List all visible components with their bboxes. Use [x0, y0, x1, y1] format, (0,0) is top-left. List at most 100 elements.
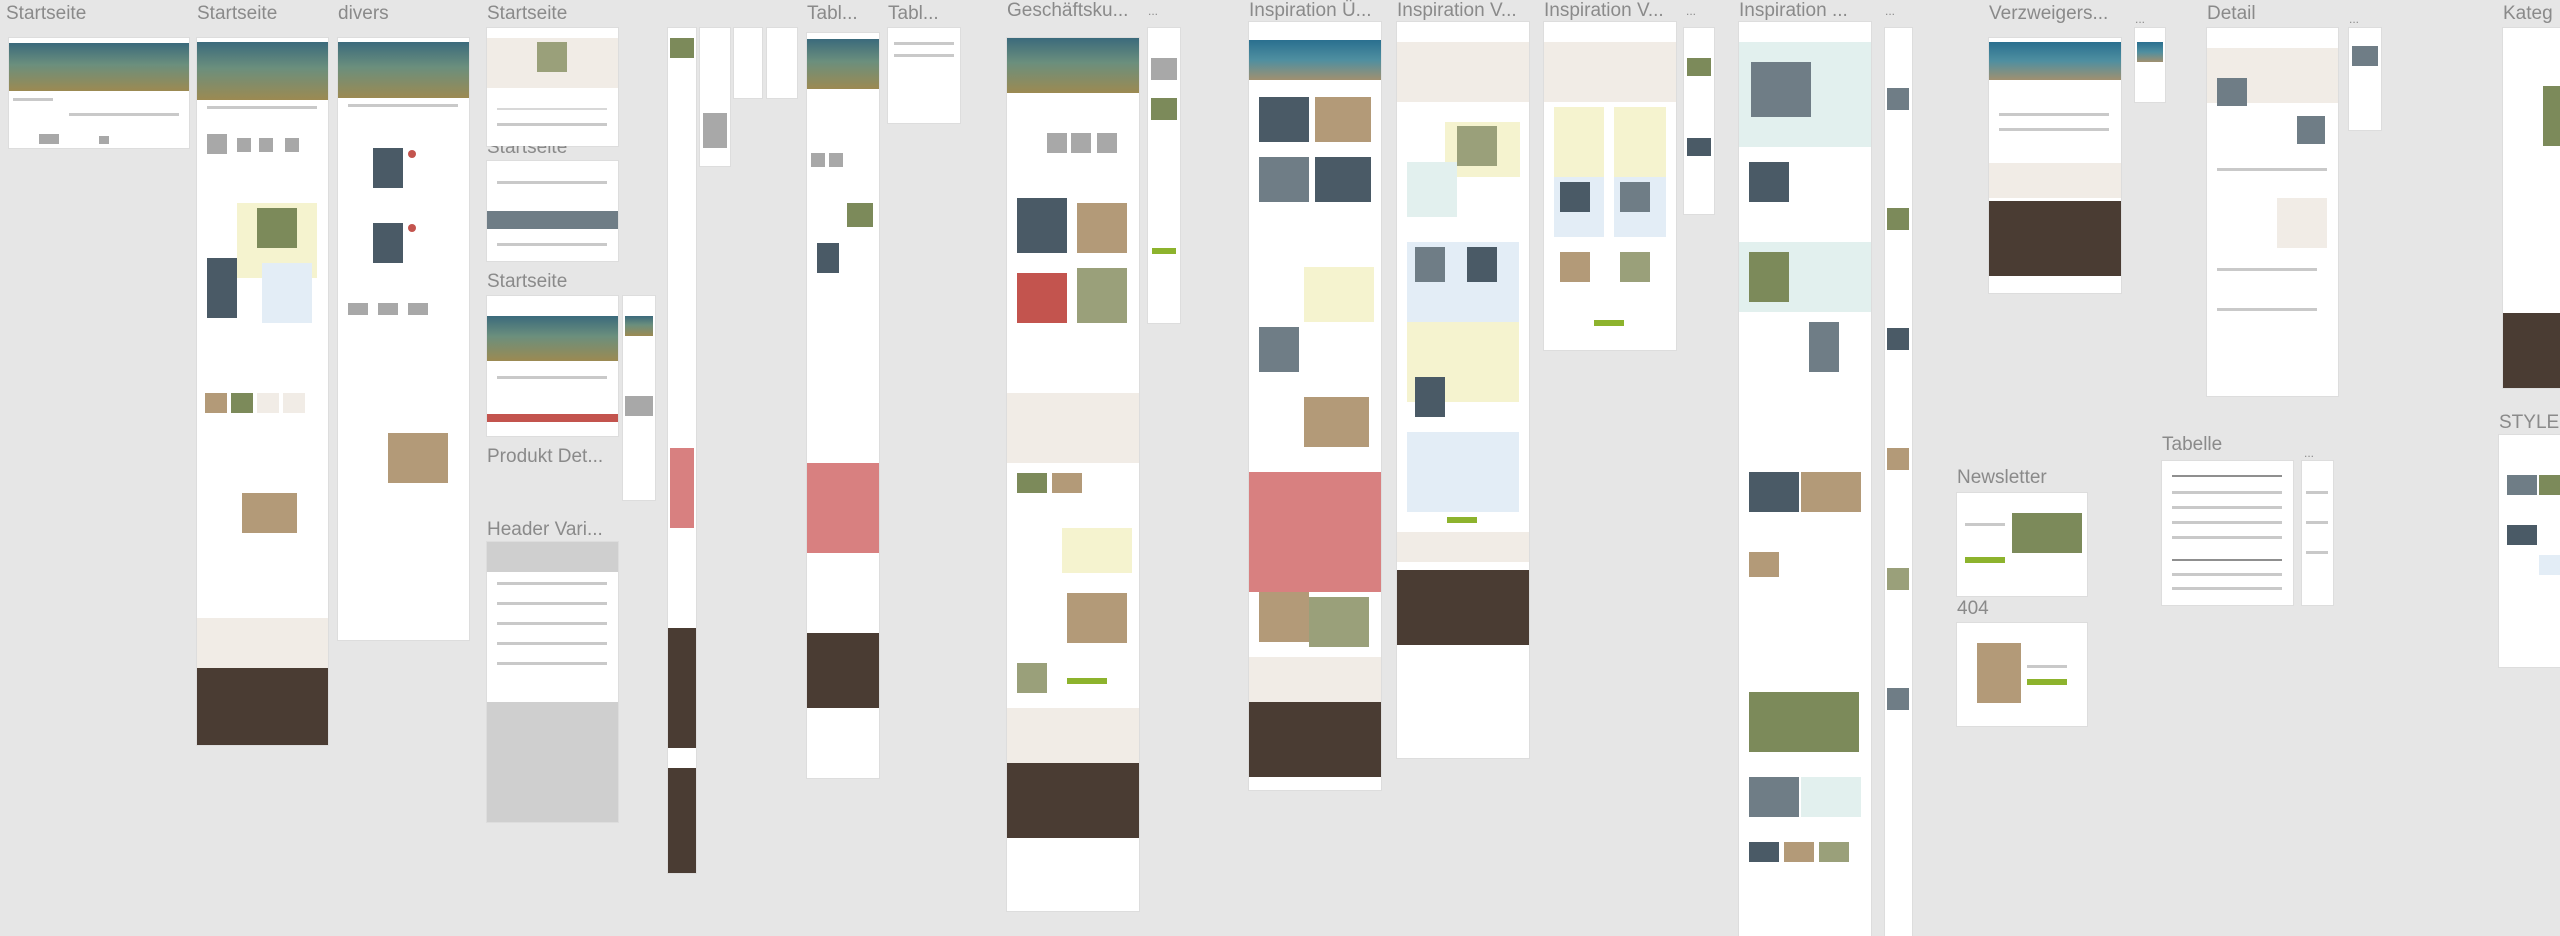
frame-inspiration-variante[interactable] [1544, 22, 1676, 350]
sample-image [2539, 475, 2560, 495]
frame-label-styleguide[interactable]: STYLEC [2499, 412, 2560, 434]
frame-startseite-variant[interactable] [487, 28, 618, 146]
text-line [1999, 113, 2109, 116]
frame-header-varianten[interactable] [487, 542, 618, 822]
thumbnail [1047, 133, 1067, 153]
hero-image [1989, 42, 2121, 80]
promo-section [670, 448, 694, 528]
teaser-image [1749, 162, 1789, 202]
frame-inspiration-long[interactable] [1739, 22, 1871, 936]
frame-label-startseite[interactable]: Startseite [487, 3, 617, 25]
cta-button[interactable] [1965, 557, 2005, 563]
table-row [2172, 587, 2282, 590]
frame-startseite-desktop[interactable] [9, 38, 189, 148]
frame-mobile-variant[interactable] [2302, 461, 2333, 605]
hero-image [1007, 38, 1139, 93]
frame-newsletter[interactable] [1957, 493, 2087, 596]
frame-mobile-variant[interactable] [2135, 28, 2165, 102]
table-row [2172, 491, 2282, 494]
frame-mobile-variant[interactable] [1684, 28, 1714, 214]
frame-detail[interactable] [2207, 28, 2338, 396]
frame-tabelle[interactable] [2162, 461, 2293, 605]
error-image [1977, 643, 2021, 703]
teaser-image [1304, 397, 1369, 447]
teaser-image [2543, 86, 2560, 146]
frame-label-ellipsis[interactable]: ... [1148, 0, 1168, 22]
frame-label-tabelle[interactable]: Tabelle [2162, 434, 2262, 456]
teaser-image [1309, 597, 1369, 647]
frame-mobile-short[interactable] [700, 28, 730, 166]
frame-mobile-long[interactable] [668, 28, 696, 873]
frame-startseite-long[interactable] [197, 38, 328, 745]
frame-label-ellipsis[interactable]: ... [1686, 0, 1706, 22]
hero-image [1249, 40, 1381, 80]
frame-label-startseite[interactable]: Startseite [197, 3, 327, 25]
teaser-image [1620, 182, 1650, 212]
frame-label-ellipsis[interactable]: ... [1885, 0, 1905, 22]
frame-label-tablet[interactable]: Tabl... [807, 3, 879, 25]
frame-label-startseite[interactable]: Startseite [487, 271, 617, 293]
cta-button[interactable] [1152, 248, 1176, 254]
table-row [2172, 506, 2282, 509]
hero-image [487, 316, 618, 361]
text-line [348, 104, 458, 107]
frame-label-ellipsis[interactable]: ... [2135, 8, 2155, 30]
frame-label-header-varianten[interactable]: Header Vari... [487, 519, 617, 541]
thumbnail [1071, 133, 1091, 153]
teaser-image [1077, 268, 1127, 323]
frame-label-divers[interactable]: divers [338, 3, 468, 25]
frame-label-produkt-detail[interactable]: Produkt Det... [487, 446, 617, 468]
frame-kategorie[interactable] [2503, 28, 2560, 388]
cta-button[interactable] [1067, 678, 1107, 684]
teaser-image [1259, 327, 1299, 372]
header-variant [487, 542, 618, 572]
info-box [2277, 198, 2327, 248]
cta-button[interactable] [1447, 517, 1477, 523]
frame-label-detail[interactable]: Detail [2207, 3, 2307, 25]
frame-divers[interactable] [338, 38, 469, 640]
frame-label-tablet[interactable]: Tabl... [888, 3, 960, 25]
frame-mobile-short[interactable] [734, 28, 762, 98]
text-line [497, 123, 607, 126]
frame-tablet[interactable] [807, 33, 879, 778]
frame-styleguide[interactable] [2499, 435, 2560, 667]
frame-verzweigerseite[interactable] [1989, 38, 2121, 293]
frame-startseite-variant[interactable] [487, 161, 618, 261]
frame-mobile-variant[interactable] [2349, 28, 2381, 130]
frame-mobile-short[interactable] [767, 28, 797, 98]
contact-section [1007, 393, 1139, 463]
frame-label-inspiration-variante[interactable]: Inspiration V... [1544, 0, 1674, 22]
frame-mobile-variant[interactable] [623, 296, 655, 500]
frame-label-inspiration-variante[interactable]: Inspiration V... [1397, 0, 1527, 22]
table-row [2172, 475, 2282, 477]
cta-button[interactable] [2027, 679, 2067, 685]
frame-inspiration-variante[interactable] [1397, 22, 1529, 758]
text-line [2217, 308, 2317, 311]
frame-label-newsletter[interactable]: Newsletter [1957, 467, 2087, 489]
teaser-image [388, 433, 448, 483]
frame-mobile-variant[interactable] [1148, 28, 1180, 323]
frame-404[interactable] [1957, 623, 2087, 726]
thumbnail [205, 393, 227, 413]
frame-label-ellipsis[interactable]: ... [2349, 8, 2369, 30]
frame-label-verzweigerseite[interactable]: Verzweigers... [1989, 3, 2119, 25]
frame-tablet[interactable] [888, 28, 960, 123]
text-line [1965, 523, 2005, 526]
frame-geschaeftskunden[interactable] [1007, 38, 1139, 911]
newsletter-section [1989, 163, 2121, 198]
chair-image [373, 148, 403, 188]
frame-mobile-long[interactable] [1885, 28, 1912, 936]
frame-inspiration-uebersicht[interactable] [1249, 22, 1381, 790]
footer [1007, 763, 1139, 838]
frame-label-inspiration[interactable]: Inspiration ... [1739, 0, 1869, 22]
frame-label-geschaeftskunden[interactable]: Geschäftsku... [1007, 0, 1142, 22]
frame-label-kategorie[interactable]: Kateg [2503, 3, 2560, 25]
cta-button[interactable] [1594, 320, 1624, 326]
frame-label-startseite[interactable]: Startseite [6, 3, 131, 25]
hero-image [625, 316, 653, 336]
frame-label-inspiration-uebersicht[interactable]: Inspiration Ü... [1249, 0, 1379, 22]
frame-startseite-variant[interactable] [487, 296, 618, 436]
table-row [2172, 559, 2282, 561]
frame-label-404[interactable]: 404 [1957, 598, 2017, 620]
thumbnail [829, 153, 843, 167]
